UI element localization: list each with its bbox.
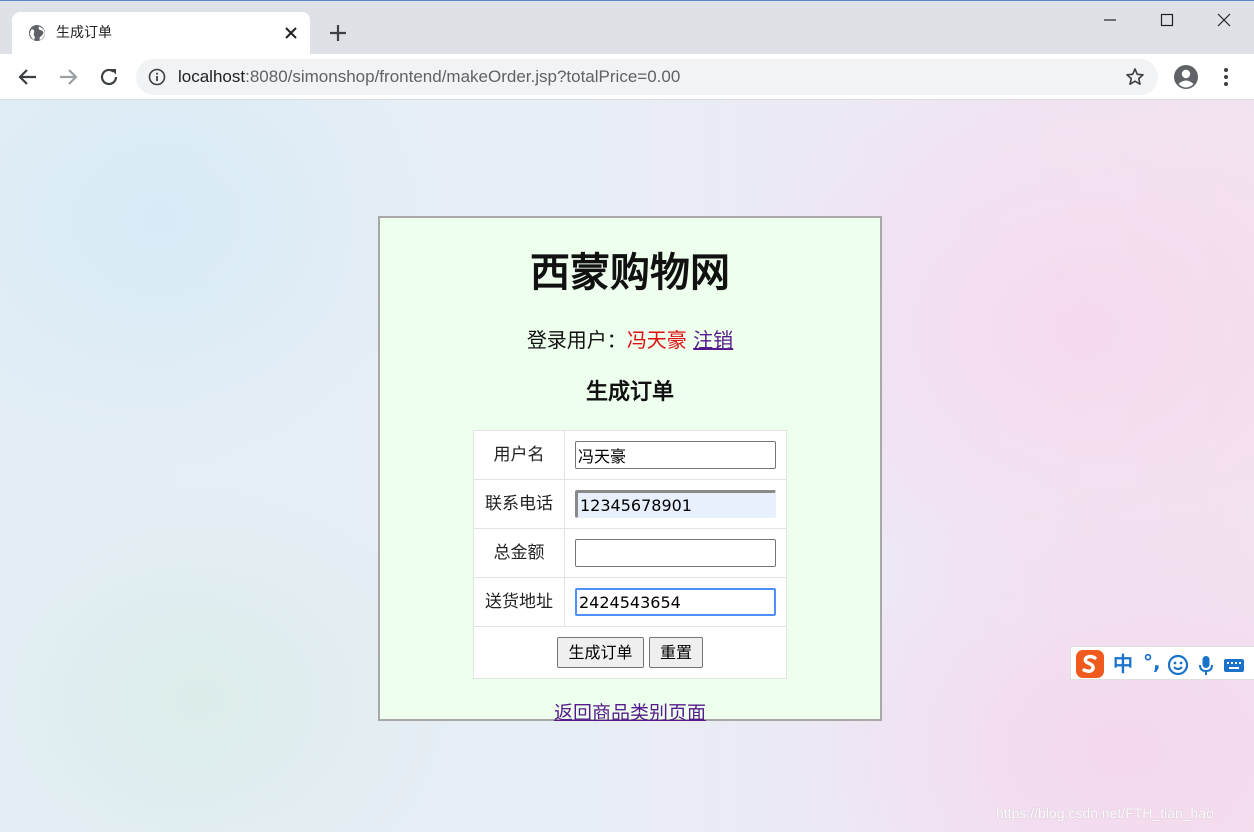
- url-host: localhost: [178, 67, 246, 86]
- address-input[interactable]: [575, 588, 776, 616]
- username-input[interactable]: [575, 441, 776, 469]
- row-total: 总金额: [474, 529, 786, 578]
- row-phone: 联系电话: [474, 480, 786, 529]
- tab-title: 生成订单: [56, 25, 112, 41]
- logged-in-username: 冯天豪: [626, 328, 687, 352]
- new-tab-icon[interactable]: [328, 23, 348, 43]
- url-text[interactable]: localhost:8080/simonshop/frontend/makeOr…: [178, 67, 680, 87]
- window-close-icon[interactable]: [1214, 10, 1234, 30]
- site-title: 西蒙购物网: [530, 250, 730, 296]
- close-icon[interactable]: [282, 24, 300, 42]
- minimize-icon[interactable]: [1100, 10, 1120, 30]
- logout-link[interactable]: 注销: [693, 328, 733, 352]
- info-icon[interactable]: [148, 68, 166, 86]
- username-label: 用户名: [474, 431, 565, 479]
- phone-input[interactable]: [575, 490, 776, 518]
- more-menu-icon[interactable]: [1216, 66, 1236, 88]
- browser-toolbar: localhost:8080/simonshop/frontend/makeOr…: [0, 54, 1254, 100]
- order-form: 用户名 联系电话 总金额 送货地址 生成订单 重置: [473, 430, 787, 679]
- globe-icon: [29, 25, 45, 41]
- emoji-icon[interactable]: [1167, 654, 1189, 676]
- browser-titlebar: 生成订单: [0, 0, 1254, 55]
- ime-punctuation[interactable]: °,: [1143, 649, 1161, 675]
- row-username: 用户名: [474, 431, 786, 480]
- submit-order-button[interactable]: 生成订单: [557, 637, 644, 668]
- ime-toolbar[interactable]: 中 °,: [1070, 646, 1254, 680]
- login-status: 登录用户：冯天豪 注销: [380, 326, 880, 354]
- form-heading: 生成订单: [585, 380, 674, 405]
- url-path: :8080/simonshop/frontend/makeOrder.jsp?t…: [245, 67, 681, 86]
- back-to-categories-link[interactable]: 返回商品类别页面: [380, 700, 880, 726]
- sogou-logo-icon[interactable]: [1075, 649, 1105, 679]
- login-label: 登录用户：: [526, 328, 627, 352]
- keyboard-icon[interactable]: [1223, 654, 1245, 676]
- back-arrow-icon[interactable]: [17, 66, 39, 88]
- reload-icon[interactable]: [98, 66, 120, 88]
- browser-tab[interactable]: 生成订单: [12, 12, 310, 55]
- address-bar[interactable]: localhost:8080/simonshop/frontend/makeOr…: [136, 59, 1158, 95]
- total-amount-input[interactable]: [575, 539, 776, 567]
- total-amount-label: 总金额: [474, 529, 565, 577]
- ime-mode[interactable]: 中: [1113, 651, 1133, 677]
- row-address: 送货地址: [474, 578, 786, 627]
- microphone-icon[interactable]: [1195, 654, 1217, 676]
- forward-arrow-icon[interactable]: [57, 66, 79, 88]
- bookmark-star-icon[interactable]: [1125, 67, 1145, 87]
- csdn-watermark: https://blog.csdn.net/FTH_tian_hao: [996, 805, 1214, 821]
- page-viewport: 西蒙购物网 登录用户：冯天豪 注销 生成订单 用户名 联系电话 总金额 送货地址…: [0, 100, 1254, 832]
- reset-button[interactable]: 重置: [649, 637, 703, 668]
- maximize-icon[interactable]: [1157, 10, 1177, 30]
- main-panel: 西蒙购物网 登录用户：冯天豪 注销 生成订单 用户名 联系电话 总金额 送货地址…: [378, 216, 882, 724]
- profile-avatar-icon[interactable]: [1173, 64, 1199, 90]
- button-row: 生成订单 重置: [474, 627, 786, 678]
- phone-label: 联系电话: [474, 480, 565, 528]
- address-label: 送货地址: [474, 578, 565, 626]
